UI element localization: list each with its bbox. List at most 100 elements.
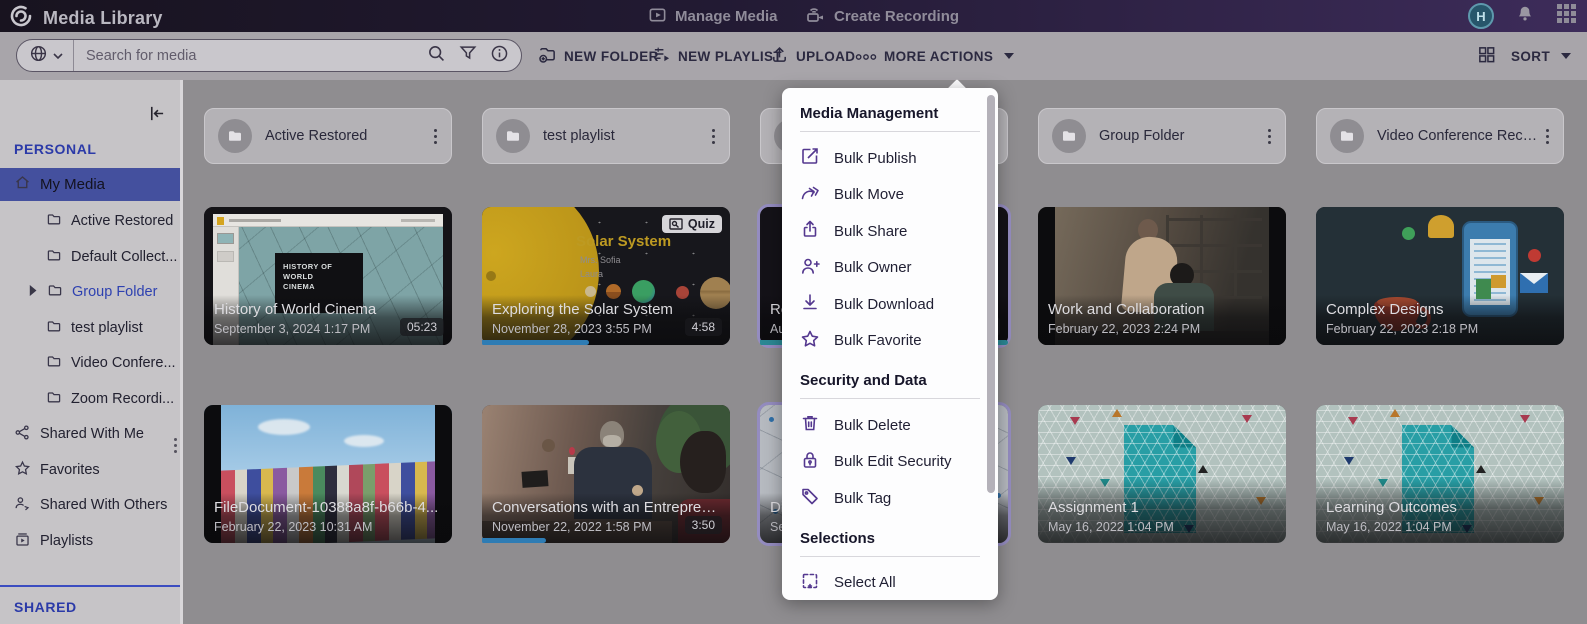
sidebar-item-video-conference[interactable]: Video Confere... [0,350,180,376]
sidebar-item-active-restored[interactable]: Active Restored [0,208,180,234]
menu-item-bulk-tag[interactable]: Bulk Tag [800,480,980,517]
app-title: Media Library [43,8,163,28]
media-date: May 16, 2022 1:04 PM [1326,520,1452,534]
menu-item-bulk-share[interactable]: Bulk Share [800,213,980,250]
menu-section-media-management: Media Management [800,105,939,122]
bulk-share-icon [800,219,820,243]
folder-card-name: Active Restored [265,128,368,144]
notifications-bell-icon[interactable] [1516,4,1534,28]
kebab-menu-icon[interactable] [1262,123,1285,150]
search-icon[interactable] [427,44,446,68]
sidebar-item-zoom-recordings[interactable]: Zoom Recordi... [0,386,180,412]
media-card-caption: Assignment 1 May 16, 2022 1:04 PM [1038,479,1286,543]
menu-item-bulk-owner[interactable]: Bulk Owner [800,250,980,287]
apps-grid-icon[interactable] [1556,3,1577,29]
sidebar-collapse-icon[interactable] [147,105,166,127]
nav-create-recording-label: Create Recording [834,7,960,25]
sidebar-item-favorites[interactable]: Favorites [0,457,180,483]
menu-item-bulk-favorite[interactable]: Bulk Favorite [800,323,980,360]
media-card-conversations-entrepreneur[interactable]: Conversations with an Entrepren... Novem… [482,405,730,543]
kebab-menu-icon[interactable] [706,123,729,150]
sidebar-item-shared-with-me[interactable]: Shared With Me [0,421,180,447]
folder-card-video-conference[interactable]: Video Conference Record... [1316,108,1564,164]
new-playlist-icon [652,45,671,67]
bulk-publish-icon [800,146,820,170]
sidebar-section-shared: SHARED [14,599,77,615]
media-card-filedocument[interactable]: FileDocument-10388a8f-b66b-4... February… [204,405,452,543]
menu-item-select-all[interactable]: Select All [800,565,980,601]
folder-icon [46,247,62,267]
avatar[interactable]: H [1468,3,1494,29]
media-date: May 16, 2022 1:04 PM [1048,520,1174,534]
media-card-caption: Complex Designs February 22, 2023 2:18 P… [1316,295,1564,345]
sidebar-item-test-playlist[interactable]: test playlist [0,315,180,341]
sidebar-item-my-media[interactable]: My Media [0,168,180,201]
search-scope-dropdown[interactable] [17,40,74,71]
select-all-icon [800,571,820,595]
caret-down-icon [1004,53,1015,59]
media-card-exploring-the-solar-system[interactable]: Solar System Mrs. Sofia Laura Quiz Explo… [482,207,730,345]
media-card-complex-designs[interactable]: Complex Designs February 22, 2023 2:18 P… [1316,207,1564,345]
new-playlist-button[interactable]: NEW PLAYLIST [652,32,782,80]
nav-create-recording[interactable]: Create Recording [806,0,959,32]
bulk-edit-security-icon [800,450,820,474]
toolbar: NEW FOLDER NEW PLAYLIST UPLOAD [0,32,1587,80]
sort-button[interactable]: SORT [1511,32,1572,80]
menu-item-bulk-delete[interactable]: Bulk Delete [800,407,980,444]
sidebar-item-group-folder[interactable]: Group Folder [0,279,180,305]
sidebar-item-default-collection[interactable]: Default Collect... [0,244,180,270]
more-actions-button[interactable]: MORE ACTIONS [855,32,1015,80]
sidebar-item-label: Playlists [40,533,94,549]
sidebar-divider [0,585,180,587]
menu-item-label: Bulk Edit Security [834,453,952,471]
folder-card-active-restored[interactable]: Active Restored [204,108,452,164]
folder-card-name: Video Conference Record... [1377,128,1540,144]
kebab-menu-icon[interactable] [428,123,451,150]
folder-icon [218,119,252,153]
quiz-badge: Quiz [661,215,722,233]
folder-icon [47,282,63,302]
grid-view-button[interactable] [1477,32,1496,80]
search-bar [16,39,522,72]
sidebar-item-label: Favorites [40,462,100,478]
media-title: History of World Cinema [214,301,377,318]
info-icon[interactable] [490,44,509,68]
sidebar-item-label: Video Confere... [71,355,176,371]
upload-button[interactable]: UPLOAD [770,32,855,80]
chevron-down-icon [53,47,63,65]
sidebar-resize-handle[interactable] [174,438,177,453]
upload-label: UPLOAD [796,48,856,64]
folder-icon [1052,119,1086,153]
menu-section-selections: Selections [800,529,876,547]
menu-item-bulk-edit-security[interactable]: Bulk Edit Security [800,444,980,481]
sidebar-item-playlists[interactable]: Playlists [0,528,180,554]
folder-card-group-folder[interactable]: Group Folder [1038,108,1286,164]
new-folder-button[interactable]: NEW FOLDER [538,32,659,80]
media-title: Conversations with an Entrepren... [492,499,720,516]
menu-item-bulk-download[interactable]: Bulk Download [800,286,980,323]
topbar: Media Library Manage Media Create Record… [0,0,1587,32]
folder-icon [1330,119,1364,153]
quiz-icon [669,218,683,230]
media-card-history-of-world-cinema[interactable]: HISTORY OF WORLD CINEMA History of World… [204,207,452,345]
media-title: Complex Designs [1326,301,1444,318]
filter-icon[interactable] [459,44,477,67]
nav-manage-media[interactable]: Manage Media [648,0,778,32]
dropdown-scrollbar[interactable] [987,92,995,596]
kebab-menu-icon[interactable] [1540,123,1563,150]
brand[interactable]: Media Library [8,3,163,34]
more-actions-dropdown: Media Management Bulk Publish Bulk Move [782,88,998,600]
media-card-assignment-1[interactable]: Assignment 1 May 16, 2022 1:04 PM [1038,405,1286,543]
media-card-work-and-collaboration[interactable]: Work and Collaboration February 22, 2023… [1038,207,1286,345]
duration-badge: 4:58 [684,318,722,336]
media-library-page: Media Library Manage Media Create Record… [0,0,1587,624]
folder-icon [496,119,530,153]
media-date: February 22, 2023 10:31 AM [214,520,373,534]
sidebar-item-shared-with-others[interactable]: Shared With Others [0,492,180,518]
search-input[interactable] [74,40,427,71]
menu-item-bulk-publish[interactable]: Bulk Publish [800,140,980,177]
menu-item-bulk-move[interactable]: Bulk Move [800,177,980,214]
media-date: February 22, 2023 2:18 PM [1326,322,1479,336]
folder-card-test-playlist[interactable]: test playlist [482,108,730,164]
media-card-learning-outcomes[interactable]: Learning Outcomes May 16, 2022 1:04 PM [1316,405,1564,543]
